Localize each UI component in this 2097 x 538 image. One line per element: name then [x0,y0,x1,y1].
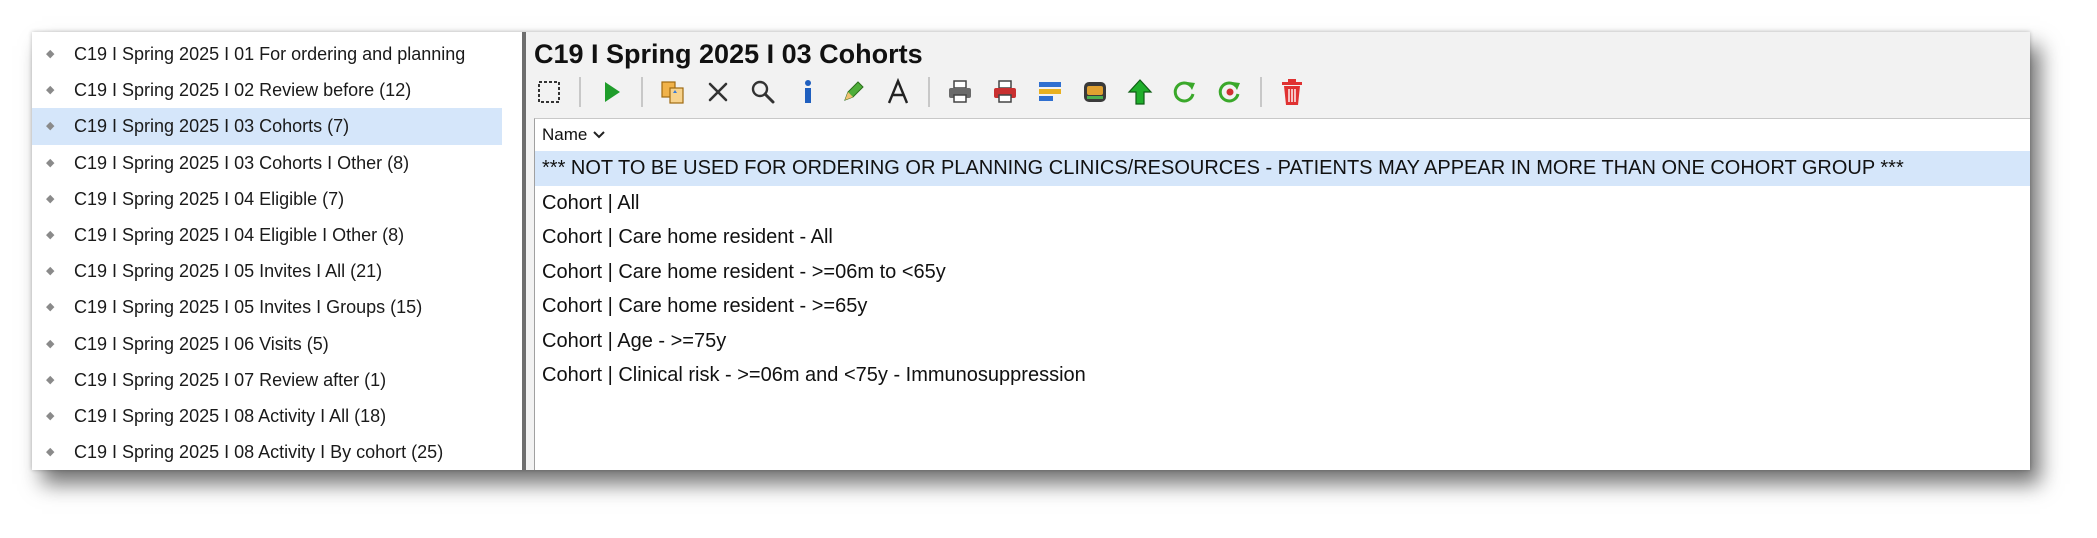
tree-item-label: C19 I Spring 2025 I 08 Activity I All (1… [74,405,387,426]
tree-item-label: C19 I Spring 2025 I 08 Activity I By coh… [74,442,444,463]
tree-node-icon: ◆ [46,265,55,278]
list-row[interactable]: Cohort | Age - >=75y [535,324,2030,359]
tree-item[interactable]: ◆ C19 I Spring 2025 I 03 Cohorts I Other … [32,145,522,181]
tree-item[interactable]: ◆ C19 I Spring 2025 I 08 Activity I By co… [32,434,522,470]
refresh-red-icon[interactable] [1215,77,1245,107]
select-all-icon[interactable] [534,77,564,107]
search-tree: ◆ C19 I Spring 2025 I 01 For ordering and… [32,32,522,470]
search-tree-pane: ◆ C19 I Spring 2025 I 01 For ordering and… [32,32,522,470]
list-row[interactable]: Cohort | All [535,186,2030,221]
info-icon[interactable] [793,77,823,107]
tree-node-icon: ◆ [46,409,55,422]
tree-item-label: C19 I Spring 2025 I 02 Review before (12… [74,80,412,101]
delete-x-icon[interactable] [703,77,733,107]
list-row[interactable]: Cohort | Care home resident - All [535,220,2030,255]
tree-node-icon: ◆ [46,301,55,314]
app-window: ◆ C19 I Spring 2025 I 01 For ordering and… [32,32,2030,470]
list-row[interactable]: Cohort | Clinical risk - >=06m and <75y … [535,358,2030,393]
tree-item-selected[interactable]: ◆ C19 I Spring 2025 I 03 Cohorts (7) [32,108,502,145]
tree-item-label: C19 I Spring 2025 I 04 Eligible I Other … [74,224,405,245]
print-icon[interactable] [945,77,975,107]
tree-item[interactable]: ◆ C19 I Spring 2025 I 04 Eligible I Other… [32,217,522,253]
toolbar-separator [579,77,581,107]
tree-item[interactable]: ◆ C19 I Spring 2025 I 08 Activity I All (… [32,398,522,434]
run-icon[interactable] [596,77,626,107]
search-icon[interactable] [748,77,778,107]
tree-item-label: C19 I Spring 2025 I 04 Eligible (7) [74,188,345,209]
tree-node-icon: ◆ [46,156,55,169]
tree-node-icon: ◆ [46,446,55,459]
tree-node-icon: ◆ [46,228,55,241]
tree-item[interactable]: ◆ C19 I Spring 2025 I 02 Review before (1… [32,72,522,108]
toolbar [534,74,1322,110]
name-column-header[interactable]: Name [535,119,2030,151]
toolbar-separator [641,77,643,107]
tree-node-icon: ◆ [46,373,55,386]
move-up-icon[interactable] [1125,77,1155,107]
tree-item-label: C19 I Spring 2025 I 01 For ordering and … [74,44,466,64]
toolbar-separator [928,77,930,107]
tree-node-icon: ◆ [46,84,55,97]
tree-item[interactable]: ◆ C19 I Spring 2025 I 07 Review after (1) [32,362,522,398]
copy-icon[interactable] [658,77,688,107]
tree-item[interactable]: ◆ C19 I Spring 2025 I 05 Invites I All (2… [32,253,522,289]
tree-item[interactable]: ◆ C19 I Spring 2025 I 04 Eligible (7) [32,181,522,217]
chevron-down-icon [593,131,606,139]
list-row[interactable]: Cohort | Care home resident - >=06m to <… [535,255,2030,290]
tree-node-icon: ◆ [46,192,55,205]
tree-node-icon: ◆ [46,120,55,133]
column-header-label: Name [542,125,588,144]
refresh-icon[interactable] [1170,77,1200,107]
tree-item[interactable]: ◆ C19 I Spring 2025 I 06 Visits (5) [32,326,522,362]
tree-item-label: C19 I Spring 2025 I 05 Invites I Groups … [74,297,423,318]
tree-item-label: C19 I Spring 2025 I 06 Visits (5) [74,333,329,354]
list-row[interactable]: *** NOT TO BE USED FOR ORDERING OR PLANN… [535,151,2030,186]
edit-icon[interactable] [838,77,868,107]
tree-item-label: C19 I Spring 2025 I 03 Cohorts (7) [74,116,350,137]
rename-icon[interactable] [883,77,913,107]
tree-item-label: C19 I Spring 2025 I 07 Review after (1) [74,369,387,390]
tree-item[interactable]: ◆ C19 I Spring 2025 I 05 Invites I Groups… [32,289,522,325]
search-list-view: Name *** NOT TO BE USED FOR ORDERING OR … [534,118,2030,470]
tree-item-label: C19 I Spring 2025 I 05 Invites I All (21… [74,261,383,282]
toolbar-separator [1260,77,1262,107]
search-detail-pane: C19 I Spring 2025 I 03 Cohorts Name *** … [526,32,2030,470]
print-red-icon[interactable] [990,77,1020,107]
page-title: C19 I Spring 2025 I 03 Cohorts [534,39,923,69]
tree-node-icon: ◆ [46,337,55,350]
tree-item-label: C19 I Spring 2025 I 03 Cohorts I Other (… [74,152,410,173]
report-icon[interactable] [1035,77,1065,107]
tree-node-icon: ◆ [46,48,55,60]
export-icon[interactable] [1080,77,1110,107]
list-row[interactable]: Cohort | Care home resident - >=65y [535,289,2030,324]
tree-item[interactable]: ◆ C19 I Spring 2025 I 01 For ordering and… [32,36,522,72]
trash-icon[interactable] [1277,77,1307,107]
